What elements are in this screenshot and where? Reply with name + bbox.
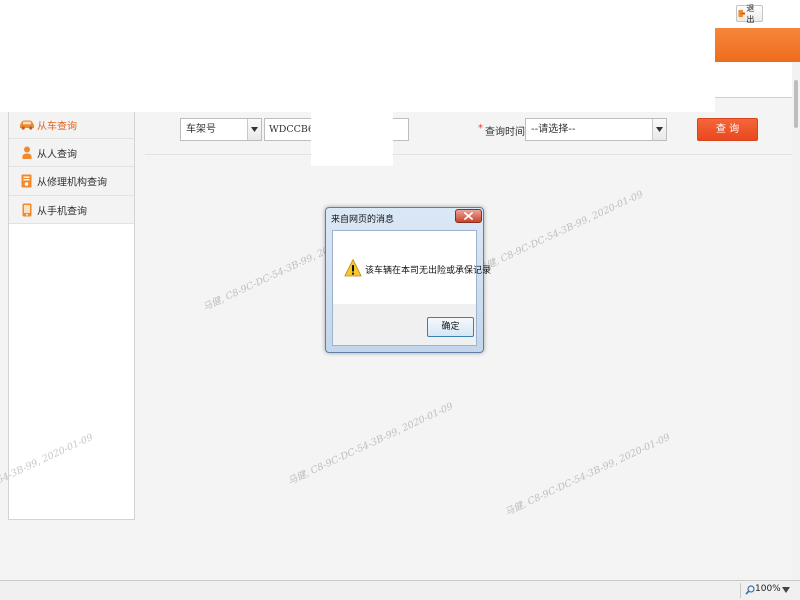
chevron-down-icon[interactable] — [782, 587, 790, 593]
dialog-close-button[interactable] — [455, 209, 482, 223]
query-time-select[interactable]: --请选择-- — [525, 118, 667, 141]
logout-icon — [738, 9, 746, 18]
sidebar-item-label: 从人查询 — [37, 149, 77, 160]
phone-icon — [18, 203, 35, 217]
redaction-box — [0, 0, 715, 112]
status-divider — [740, 583, 741, 598]
person-icon — [18, 146, 35, 160]
redaction-box — [311, 112, 393, 166]
watermark: 马健, C8-9C-DC-54-3B-99, 2020-01-09 — [476, 188, 645, 276]
sidebar-item-label: 从修理机构查询 — [37, 177, 107, 189]
zoom-level[interactable]: 100% — [755, 584, 781, 594]
sidebar-item-by-person[interactable]: 从人查询 — [9, 139, 134, 167]
logout-button[interactable]: 退出 — [736, 3, 763, 24]
dialog-body: 该车辆在本司无出险或承保记录 — [333, 231, 491, 304]
magnifier-icon[interactable] — [745, 585, 755, 595]
query-time-label: 查询时间: — [485, 127, 529, 138]
scrollbar-thumb[interactable] — [794, 80, 798, 128]
vertical-scrollbar[interactable] — [792, 62, 800, 580]
query-time-value: --请选择-- — [531, 124, 576, 135]
logout-label: 退出 — [746, 3, 755, 24]
query-type-select[interactable]: 车架号 — [180, 118, 262, 141]
chevron-down-icon — [652, 119, 666, 140]
car-icon — [18, 118, 35, 132]
sidebar-item-by-repair-shop[interactable]: 从修理机构查询 — [9, 167, 134, 196]
close-icon — [464, 212, 473, 220]
browser-status-bar: 100% — [0, 580, 800, 600]
query-type-value: 车架号 — [186, 124, 216, 135]
sidebar-item-label: 从手机查询 — [37, 206, 87, 217]
form-divider — [145, 154, 792, 155]
dialog-title: 来自网页的消息 — [331, 215, 395, 225]
sidebar: 从车查询 从人查询 从修理机构查询 从手机查询 — [8, 111, 135, 520]
query-button[interactable]: 查 询 — [697, 118, 758, 141]
required-mark: * — [478, 123, 483, 134]
chevron-down-icon — [247, 119, 261, 140]
alert-dialog: 来自网页的消息 该车辆在本司无出险或承保记录 确定 — [325, 207, 491, 353]
dialog-message: 该车辆在本司无出险或承保记录 — [365, 266, 492, 276]
watermark: 马健, C8-9C-DC-54-3B-99, 2020-01-09 — [286, 400, 455, 488]
repair-shop-icon — [18, 174, 35, 188]
watermark: 马健, C8-9C-DC-54-3B-99, 2020-01-09 — [503, 431, 672, 519]
sidebar-item-by-phone[interactable]: 从手机查询 — [9, 196, 134, 224]
warning-icon — [344, 259, 362, 277]
sidebar-item-label: 从车查询 — [37, 121, 77, 132]
dialog-ok-button[interactable]: 确定 — [427, 317, 474, 337]
sidebar-item-by-vehicle[interactable]: 从车查询 — [9, 111, 134, 139]
dialog-content: 该车辆在本司无出险或承保记录 确定 — [332, 230, 491, 346]
